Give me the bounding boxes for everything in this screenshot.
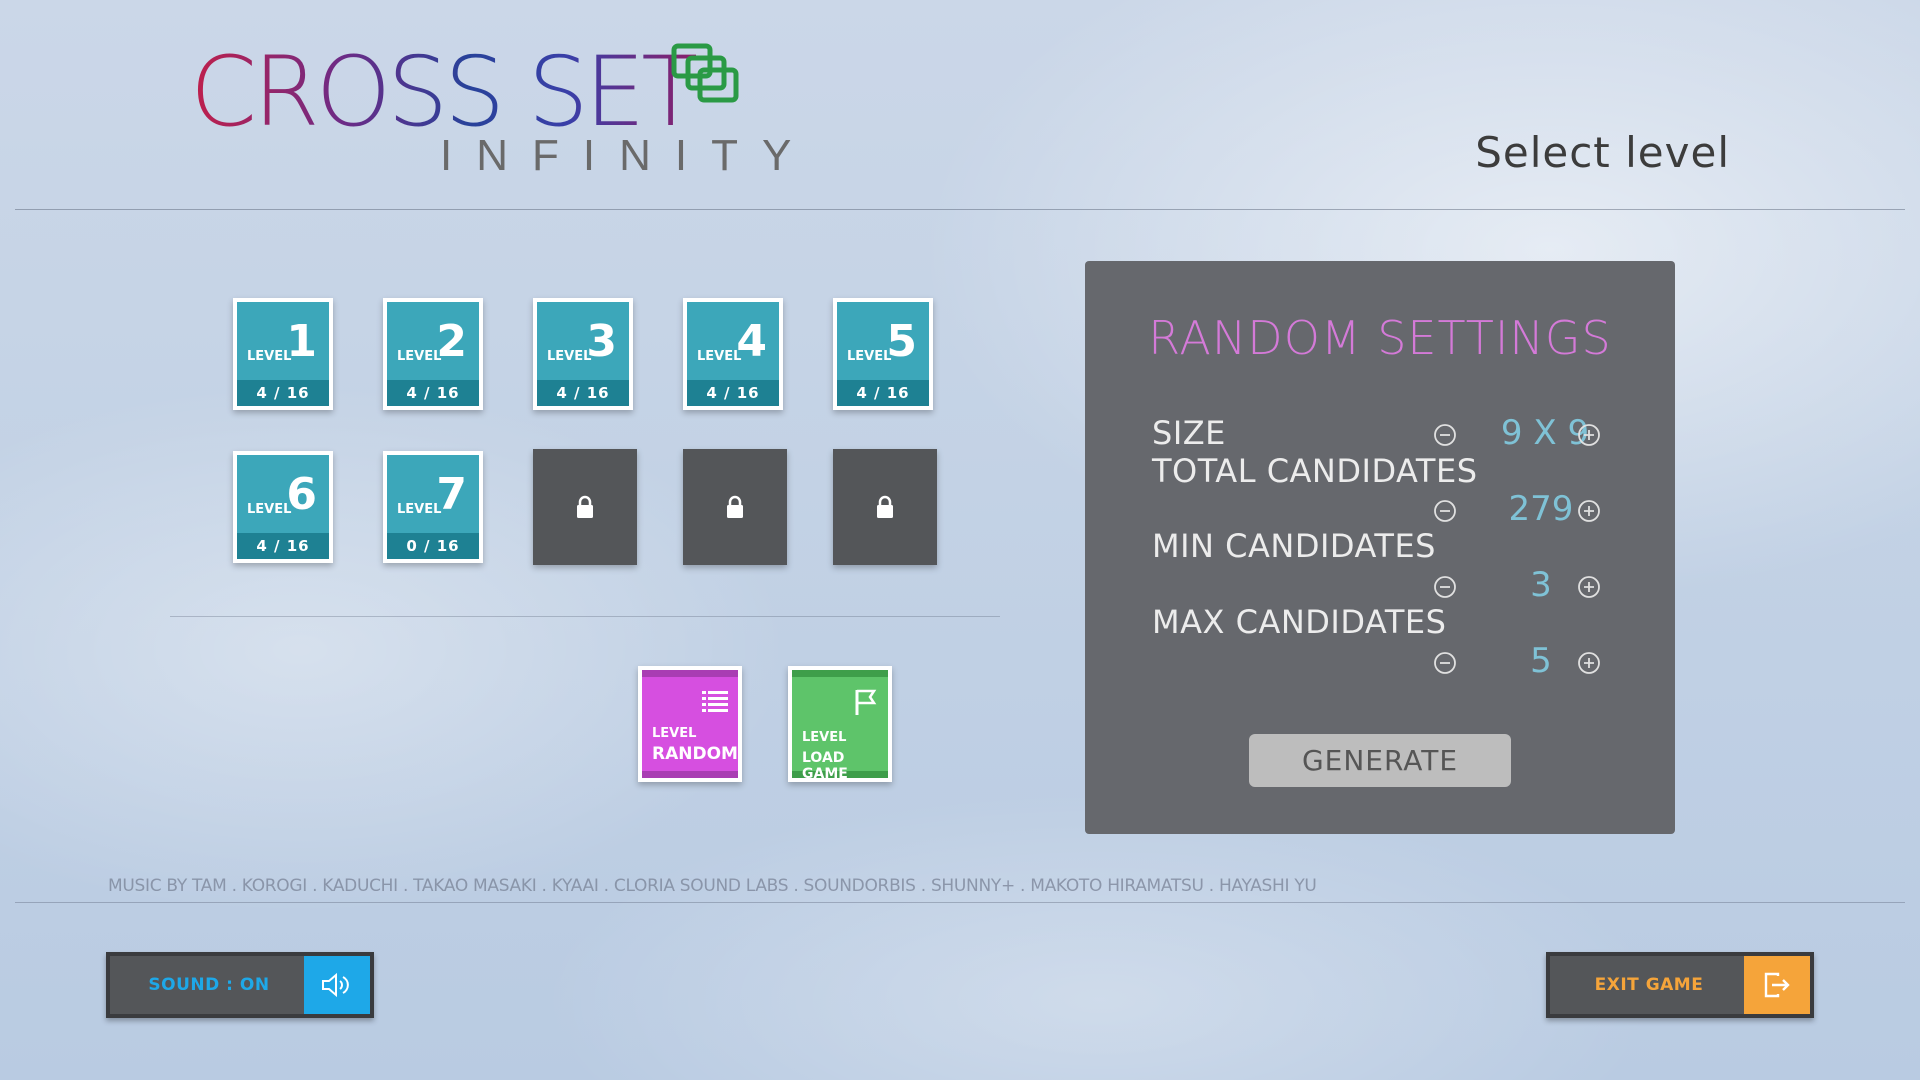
list-icon: [702, 691, 728, 712]
level-progress: 4 / 16: [387, 380, 479, 406]
sound-toggle-button[interactable]: SOUND : ON: [106, 952, 374, 1018]
special-name: RANDOM: [652, 744, 738, 764]
level-number: 2: [436, 316, 467, 367]
level-progress: 4 / 16: [237, 380, 329, 406]
level-progress: 4 / 16: [687, 380, 779, 406]
exit-label: EXIT GAME: [1594, 975, 1704, 995]
lock-icon: [577, 495, 593, 518]
size-increase-icon[interactable]: [1578, 424, 1600, 446]
max-candidates-label: MAX CANDIDATES: [1152, 603, 1447, 641]
lock-icon: [877, 495, 893, 518]
level-tile-5[interactable]: LEVEL 5 4 / 16: [833, 298, 933, 410]
sound-label: SOUND : ON: [148, 975, 270, 995]
exit-game-button[interactable]: EXIT GAME: [1546, 952, 1814, 1018]
page-title: Select level: [1475, 128, 1730, 177]
level-tile-2[interactable]: LEVEL 2 4 / 16: [383, 298, 483, 410]
level-label: LEVEL: [397, 502, 442, 517]
level-label: LEVEL: [397, 349, 442, 364]
max-increase-icon[interactable]: [1578, 652, 1600, 674]
random-settings-panel: RANDOM SETTINGS SIZE 9 X 9 TOTAL CANDIDA…: [1085, 261, 1675, 834]
generate-button[interactable]: GENERATE: [1249, 734, 1511, 787]
total-decrease-icon[interactable]: [1434, 500, 1456, 522]
tile-band: [792, 670, 888, 677]
flag-icon: [855, 689, 877, 715]
grid-divider: [170, 616, 1000, 617]
tile-band: [642, 771, 738, 778]
level-progress: 0 / 16: [387, 533, 479, 559]
level-tile-7[interactable]: LEVEL 7 0 / 16: [383, 451, 483, 563]
level-random-button[interactable]: LEVEL RANDOM: [638, 666, 742, 782]
max-decrease-icon[interactable]: [1434, 652, 1456, 674]
level-progress: 4 / 16: [537, 380, 629, 406]
level-number: 3: [586, 316, 617, 367]
speaker-icon: [304, 956, 370, 1014]
special-label: LEVEL: [802, 730, 847, 745]
level-number: 7: [436, 469, 467, 520]
logo-title: CROSS SET: [190, 36, 700, 148]
level-tile-3[interactable]: LEVEL 3 4 / 16: [533, 298, 633, 410]
size-decrease-icon[interactable]: [1434, 424, 1456, 446]
lock-icon: [727, 495, 743, 518]
level-number: 6: [286, 469, 317, 520]
level-load-game-button[interactable]: LEVEL LOAD GAME: [788, 666, 892, 782]
total-increase-icon[interactable]: [1578, 500, 1600, 522]
level-tile-locked-9[interactable]: [683, 449, 787, 565]
level-label: LEVEL: [247, 349, 292, 364]
special-name: LOAD GAME: [802, 750, 848, 782]
size-label: SIZE: [1152, 414, 1226, 452]
music-credits: MUSIC BY TAM . KOROGI . KADUCHI . TAKAO …: [108, 876, 1317, 896]
header-divider: [15, 209, 1905, 210]
level-tile-1[interactable]: LEVEL 1 4 / 16: [233, 298, 333, 410]
level-number: 1: [286, 316, 317, 367]
level-number: 5: [886, 316, 917, 367]
min-increase-icon[interactable]: [1578, 576, 1600, 598]
panel-title: RANDOM SETTINGS: [1148, 311, 1612, 365]
tile-band: [642, 670, 738, 677]
level-grid: LEVEL 1 4 / 16 LEVEL 2 4 / 16 LEVEL 3 4 …: [233, 298, 963, 568]
exit-door-icon: [1744, 956, 1810, 1014]
level-number: 4: [736, 316, 767, 367]
level-progress: 4 / 16: [837, 380, 929, 406]
level-progress: 4 / 16: [237, 533, 329, 559]
level-tile-locked-8[interactable]: [533, 449, 637, 565]
level-label: LEVEL: [247, 502, 292, 517]
level-label: LEVEL: [697, 349, 742, 364]
level-tile-4[interactable]: LEVEL 4 4 / 16: [683, 298, 783, 410]
level-tile-locked-10[interactable]: [833, 449, 937, 565]
min-decrease-icon[interactable]: [1434, 576, 1456, 598]
footer-divider: [15, 902, 1905, 903]
level-label: LEVEL: [847, 349, 892, 364]
special-label: LEVEL: [652, 726, 697, 741]
total-candidates-label: TOTAL CANDIDATES: [1152, 452, 1478, 490]
logo-subtitle: INFINITY: [440, 131, 816, 180]
logo-squares-icon: [671, 43, 739, 103]
level-label: LEVEL: [547, 349, 592, 364]
min-candidates-label: MIN CANDIDATES: [1152, 527, 1436, 565]
level-tile-6[interactable]: LEVEL 6 4 / 16: [233, 451, 333, 563]
game-logo: CROSS SET INFINITY: [190, 36, 791, 182]
